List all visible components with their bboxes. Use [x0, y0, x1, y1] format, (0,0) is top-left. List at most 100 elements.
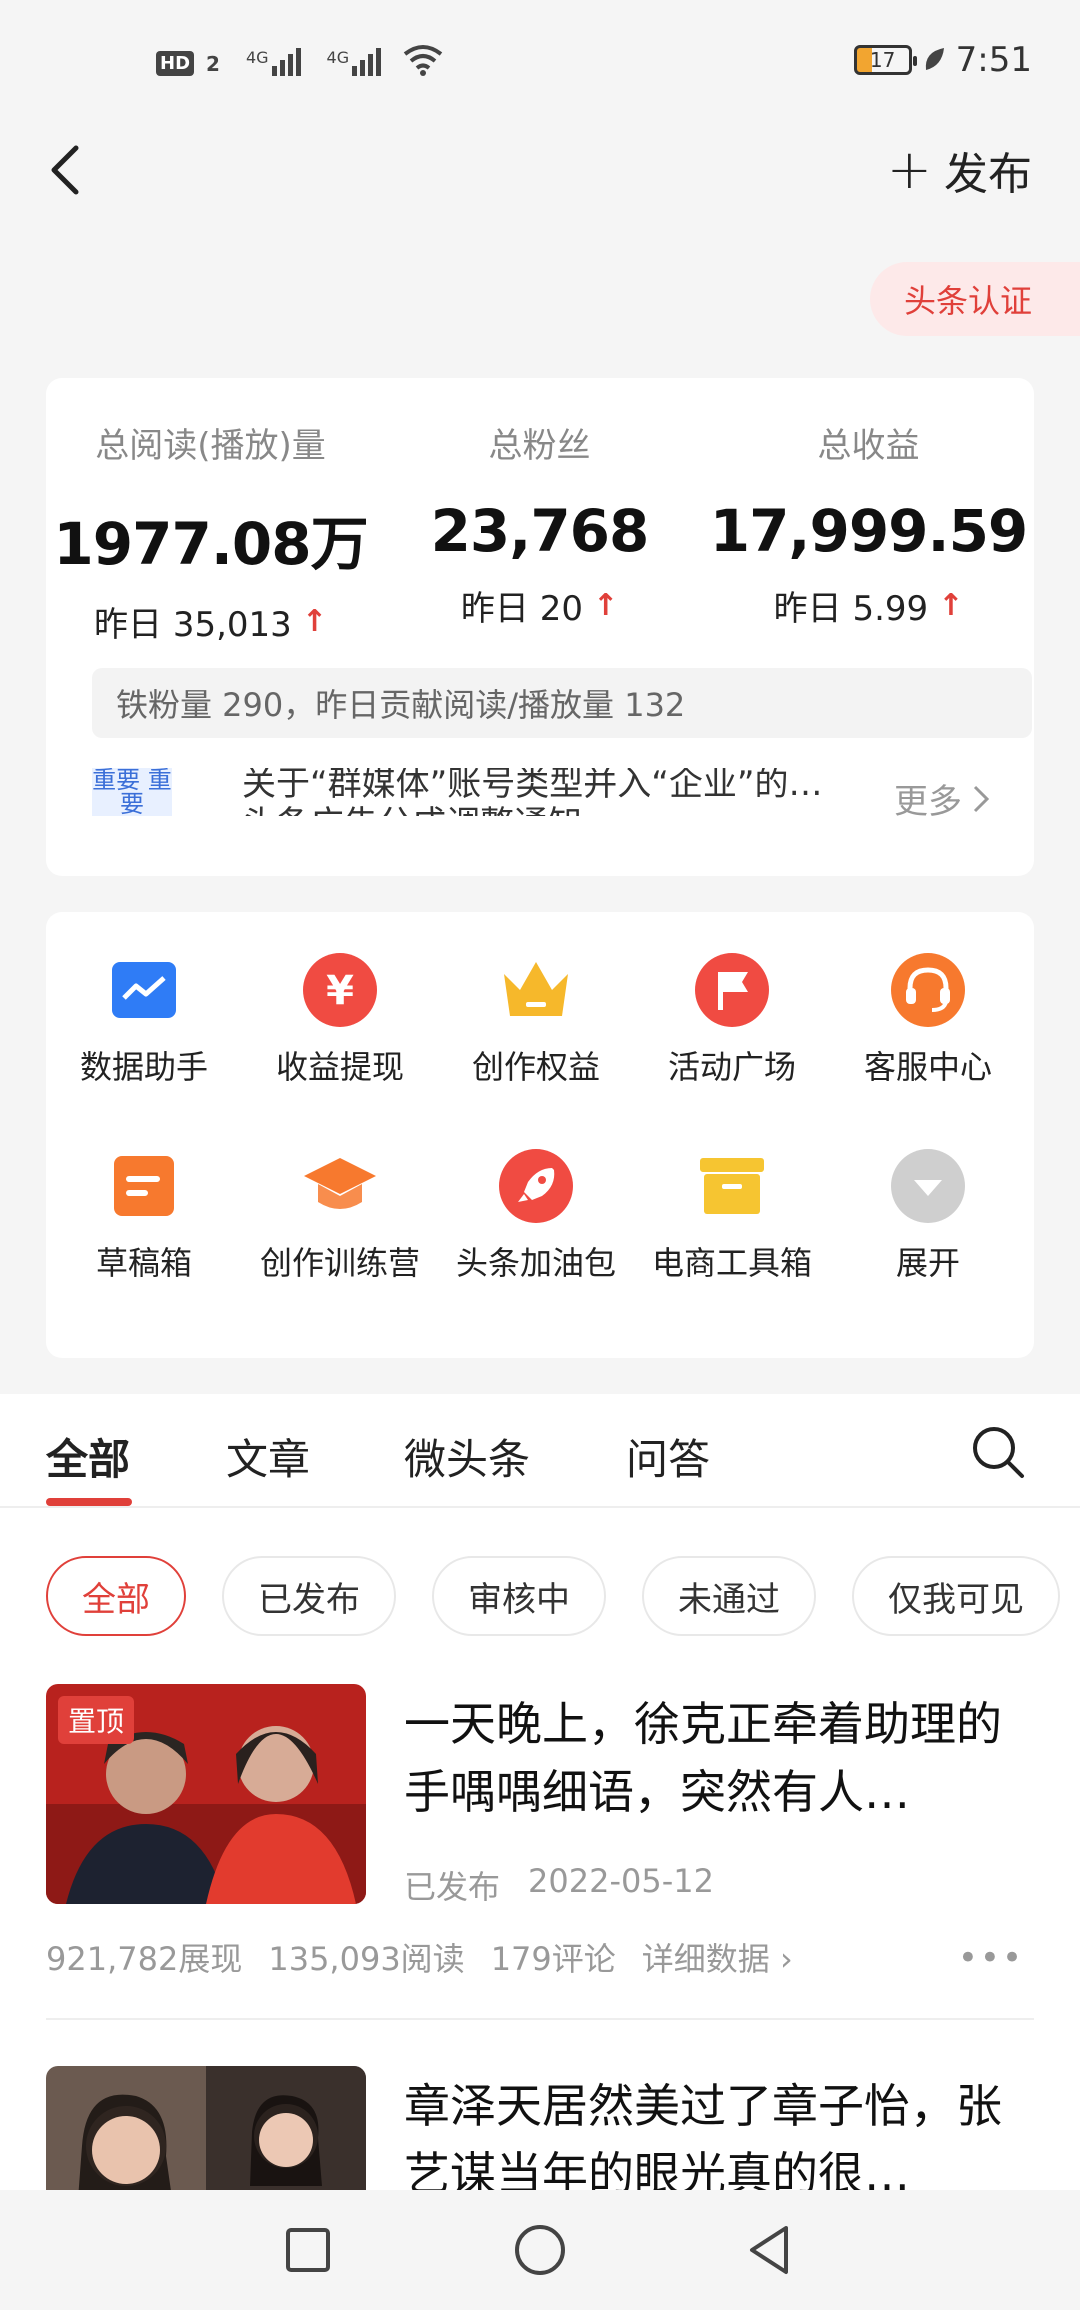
article-meta: 已发布 2022-05-12 — [404, 1862, 714, 1908]
pinned-badge: 置顶 — [58, 1696, 135, 1744]
clock: 7:51 — [955, 40, 1032, 80]
crown-icon — [498, 952, 574, 1028]
stat-yesterday: 昨日 20 ↑ — [375, 581, 704, 630]
system-nav-bar — [0, 2190, 1080, 2310]
filter-private[interactable]: 仅我可见 — [852, 1556, 1060, 1636]
battery-level: 17 — [869, 48, 896, 72]
publish-label: 发布 — [944, 149, 1032, 200]
tool-label: 收益提现 — [275, 1048, 404, 1086]
wifi-icon — [403, 45, 443, 76]
tool-label: 头条加油包 — [455, 1244, 616, 1282]
article-stats: 921,782展现 135,093阅读 179评论 详细数据 › — [46, 1934, 793, 1980]
back-arrow-icon[interactable] — [40, 140, 100, 200]
stat-yesterday-text: 昨日 20 — [460, 589, 583, 629]
tool-data-assistant[interactable]: 数据助手 — [46, 952, 242, 1088]
tool-label: 创作训练营 — [259, 1244, 420, 1282]
stat-label: 总收益 — [817, 426, 920, 466]
up-arrow-icon: ↑ — [592, 588, 619, 623]
filter-published[interactable]: 已发布 — [222, 1556, 396, 1636]
chevron-right-icon: › — [779, 1940, 793, 1978]
tools-card: 数据助手 ¥ 收益提现 创作权益 活动广场 客服中心 草稿箱 创作训练营 头条加… — [46, 912, 1034, 1358]
status-bar: HD 2 4G 4G 17 7:51 — [0, 0, 1080, 120]
article-title: 章泽天居然美过了章子怡，张艺谋当年的眼光真的很… — [404, 2079, 1002, 2201]
reads-count: 135,093阅读 — [268, 1940, 465, 1978]
plus-icon: + — [886, 138, 932, 201]
stat-yesterday-text: 昨日 35,013 — [94, 605, 292, 645]
tool-label: 草稿箱 — [95, 1244, 192, 1282]
details-link[interactable]: 详细数据 › — [642, 1934, 793, 1980]
chevron-right-icon — [973, 785, 990, 812]
tool-label: 电商工具箱 — [651, 1244, 812, 1282]
sim-indicator: 2 — [206, 52, 220, 76]
publish-button[interactable]: + 发布 — [887, 138, 1032, 202]
important-tag: 重要 重要 — [92, 768, 172, 816]
tab-micro-posts[interactable]: 微头条 — [404, 1426, 530, 1487]
stat-total-fans[interactable]: 总粉丝 23,768 昨日 20 ↑ — [375, 418, 704, 630]
content-feed: 全部 文章 微头条 问答 全部 已发布 审核中 未通过 仅我可见 置顶 一天晚上… — [0, 1394, 1080, 2310]
home-circle-icon[interactable] — [510, 2220, 570, 2280]
stat-label: 总阅读(播放)量 — [95, 426, 326, 466]
tab-all[interactable]: 全部 — [46, 1426, 130, 1487]
tab-articles[interactable]: 文章 — [226, 1426, 310, 1487]
filter-rejected[interactable]: 未通过 — [642, 1556, 816, 1636]
draft-icon — [106, 1148, 182, 1224]
stat-yesterday: 昨日 35,013 ↑ — [46, 597, 375, 646]
expand-icon — [890, 1148, 966, 1224]
headset-icon — [890, 952, 966, 1028]
network-type-2: 4G — [326, 48, 350, 67]
tool-training-camp[interactable]: 创作训练营 — [242, 1148, 438, 1284]
tab-qa[interactable]: 问答 — [626, 1426, 710, 1487]
iron-fans-info[interactable]: 铁粉量 290，昨日贡献阅读/播放量 132 — [92, 668, 1032, 738]
article-thumbnail: 置顶 — [46, 1684, 366, 1904]
tool-customer-service[interactable]: 客服中心 — [830, 952, 1026, 1088]
back-triangle-icon[interactable] — [740, 2220, 800, 2280]
tab-active-indicator — [46, 1498, 132, 1506]
comments-count: 179评论 — [490, 1940, 616, 1978]
notice-text-2: 头条广告分成调整通知 — [242, 802, 582, 816]
tool-income-withdraw[interactable]: ¥ 收益提现 — [242, 952, 438, 1088]
leaf-icon — [925, 48, 944, 70]
details-label: 详细数据 — [641, 1940, 770, 1978]
up-arrow-icon: ↑ — [938, 588, 964, 623]
rocket-icon — [498, 1148, 574, 1224]
more-button[interactable]: 更多 — [894, 774, 990, 823]
top-nav: + 发布 — [0, 120, 1080, 220]
tool-booster-pack[interactable]: 头条加油包 — [438, 1148, 634, 1284]
filter-all[interactable]: 全部 — [46, 1556, 186, 1636]
stat-total-reads[interactable]: 总阅读(播放)量 1977.08万 昨日 35,013 ↑ — [46, 418, 375, 646]
content-tabs: 全部 文章 微头条 问答 — [0, 1394, 1080, 1508]
search-icon[interactable] — [970, 1424, 1026, 1480]
article-item[interactable]: 置顶 一天晚上，徐克正牵着助理的手喁喁细语，突然有人… 已发布 2022-05-… — [46, 1684, 1034, 1984]
article-title: 一天晚上，徐克正牵着助理的手喁喁细语，突然有人… — [404, 1697, 1002, 1819]
chart-icon — [106, 952, 182, 1028]
grad-cap-icon — [302, 1148, 378, 1224]
stat-value: 23,768 — [430, 497, 650, 565]
stat-total-income[interactable]: 总收益 17,999.59 昨日 5.99 ↑ — [704, 418, 1033, 630]
svg-text:¥: ¥ — [326, 968, 354, 1014]
hd-badge: HD — [156, 51, 195, 76]
box-icon — [694, 1148, 770, 1224]
tool-drafts[interactable]: 草稿箱 — [46, 1148, 242, 1284]
stat-value: 17,999.59 — [709, 497, 1029, 565]
tool-label: 创作权益 — [471, 1048, 600, 1086]
article-status: 已发布 — [404, 1868, 501, 1906]
notice-text: 关于“群媒体”账号类型并入“企业”的… — [242, 768, 823, 804]
network-type-1: 4G — [245, 48, 269, 67]
yuan-icon: ¥ — [302, 952, 378, 1028]
toutiao-certification-button[interactable]: 头条认证 — [870, 262, 1080, 336]
tool-creator-rights[interactable]: 创作权益 — [438, 952, 634, 1088]
tool-label: 展开 — [895, 1244, 960, 1282]
divider — [46, 2018, 1034, 2020]
recents-square-icon[interactable] — [278, 2220, 338, 2280]
tool-expand[interactable]: 展开 — [830, 1148, 1026, 1284]
filter-reviewing[interactable]: 审核中 — [432, 1556, 606, 1636]
tool-ecommerce-toolbox[interactable]: 电商工具箱 — [634, 1148, 830, 1284]
notice-banner[interactable]: 重要 重要 关于“群媒体”账号类型并入“企业”的… 头条广告分成调整通知 — [92, 768, 992, 816]
more-label: 更多 — [894, 782, 962, 822]
cell-signal-1: 4G — [246, 48, 301, 76]
more-options-icon[interactable]: ••• — [958, 1938, 1024, 1978]
tool-activity-square[interactable]: 活动广场 — [634, 952, 830, 1088]
battery-icon: 17 — [853, 45, 917, 75]
up-arrow-icon: ↑ — [301, 604, 327, 639]
tool-label: 客服中心 — [863, 1048, 992, 1086]
